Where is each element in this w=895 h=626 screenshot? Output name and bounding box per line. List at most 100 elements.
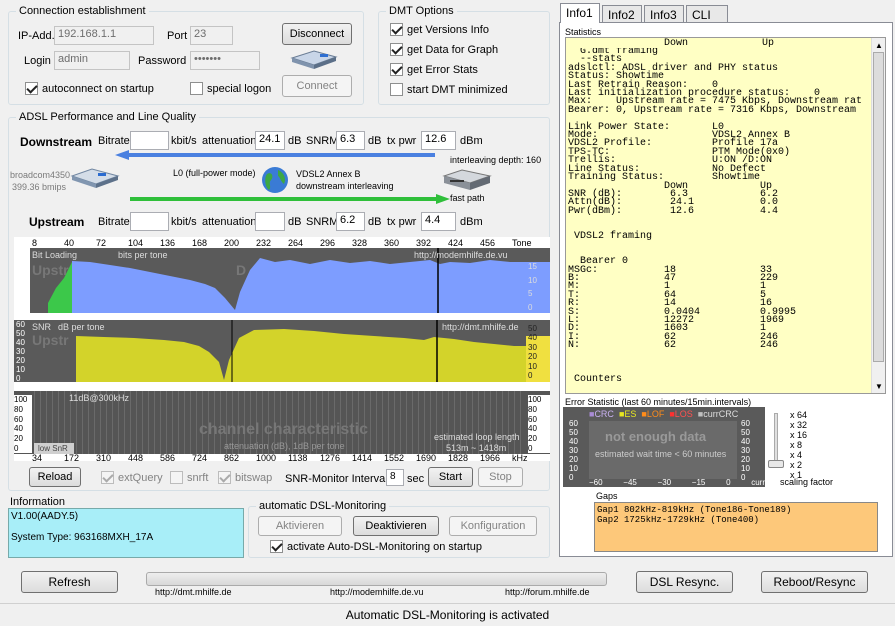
activate-button[interactable]: Aktivieren: [258, 516, 342, 536]
bit-loading-url: http://modemhilfe.de.vu: [414, 250, 508, 260]
tab-info1[interactable]: Info1: [560, 3, 600, 23]
tab-info3[interactable]: Info3: [644, 5, 684, 23]
system-type: System Type: 963168MXH_17A: [11, 532, 154, 543]
opt-versions-check[interactable]: [390, 23, 403, 36]
start-button[interactable]: Start: [428, 467, 473, 487]
error-right-axis: 60 50 40 30 20 10 0: [741, 419, 759, 482]
opt-versions[interactable]: get Versions Info: [390, 23, 489, 36]
password-field[interactable]: •••••••: [190, 51, 260, 70]
opt-graph[interactable]: get Data for Graph: [390, 43, 498, 56]
tab-cli[interactable]: CLI: [686, 5, 728, 23]
up-snrm-field[interactable]: 6.2: [336, 212, 365, 231]
ch-right-tick: 20: [528, 434, 537, 444]
stop-button[interactable]: Stop: [478, 467, 523, 487]
scroll-down-icon[interactable]: ▼: [875, 382, 883, 391]
khz-tick: 310: [96, 453, 112, 463]
up-bitrate-label: Bitrate: [98, 216, 130, 228]
snr-right-tick: 0: [528, 370, 533, 380]
auto-startup-checkbox[interactable]: activate Auto-DSL-Monitoring on startup: [270, 540, 482, 553]
connect-button[interactable]: Connect: [282, 75, 352, 97]
down-atten-field[interactable]: 24.1: [255, 131, 285, 150]
tone-tick: 328: [352, 238, 368, 248]
down-txpwr-field[interactable]: 12.6: [421, 131, 456, 150]
auto-startup-check[interactable]: [270, 540, 283, 553]
password-label: Password: [138, 55, 187, 67]
gaps-box[interactable]: Gap1 802kHz-819kHz (Tone186-Tone189) Gap…: [594, 502, 878, 552]
up-atten-unit: dB: [288, 216, 302, 228]
snr-right-axis: 50 40 30 20 10 0: [528, 324, 546, 380]
special-logon-checkbox[interactable]: special logon: [190, 82, 271, 95]
legend-crc: ■CRC: [589, 409, 614, 419]
opt-graph-check[interactable]: [390, 43, 403, 56]
autoconnect-check[interactable]: [25, 82, 38, 95]
config-button[interactable]: Konfiguration: [449, 516, 537, 536]
reload-button[interactable]: Reload: [29, 467, 81, 487]
tone-tick: 296: [320, 238, 336, 248]
up-txpwr-field[interactable]: 4.4: [421, 212, 456, 231]
khz-tick: 724: [192, 453, 208, 463]
down-snrm-unit: dB: [368, 135, 382, 147]
bit-left-tick: 10: [19, 266, 28, 275]
connection-title: Connection establishment: [16, 5, 149, 17]
up-txpwr-label: tx pwr: [387, 216, 417, 228]
deactivate-button[interactable]: Deaktivieren: [353, 516, 439, 536]
opt-minimized-check[interactable]: [390, 83, 403, 96]
snr-tick: 60: [16, 320, 25, 329]
err-tick: 60: [569, 419, 578, 428]
err-x-tick: −30: [657, 478, 672, 487]
snrft-label: snrft: [187, 471, 209, 484]
scaling-slider-thumb[interactable]: [768, 460, 784, 468]
login-field[interactable]: admin: [54, 51, 130, 70]
tone-tick: 8: [32, 238, 38, 248]
tone-tick: Tone: [512, 238, 532, 248]
up-bitrate-field[interactable]: [130, 212, 169, 231]
snr-left-axis: 60 50 40 30 20 10 0: [16, 320, 28, 382]
ch-tick: 20: [14, 434, 23, 444]
statistics-box[interactable]: Down Up G.dmt framing --stats adslctl: A…: [565, 37, 886, 394]
snr-tick: 40: [16, 338, 25, 347]
snrft-checkbox[interactable]: snrft: [170, 471, 208, 484]
refresh-button[interactable]: Refresh: [21, 571, 118, 593]
khz-tick: 1552: [384, 453, 405, 463]
bit-loading-title: Bit Loading: [32, 250, 78, 260]
bit-ghost-down: D: [236, 262, 247, 278]
stats-scrollbar[interactable]: ▲ ▼: [871, 38, 885, 393]
ip-field[interactable]: 192.168.1.1: [54, 26, 154, 45]
down-bitrate-field[interactable]: [130, 131, 169, 150]
ch-right-tick: 0: [528, 443, 533, 453]
tone-tick: 360: [384, 238, 400, 248]
snr-right-tick: 20: [528, 352, 537, 362]
snr-interval-field[interactable]: 8: [386, 469, 404, 486]
wait-time: estimated wait time < 60 minutes: [595, 449, 727, 459]
bitswap-checkbox[interactable]: bitswap: [218, 471, 272, 484]
extquery-check[interactable]: [101, 471, 114, 484]
opt-minimized[interactable]: start DMT minimized: [390, 83, 508, 96]
reboot-button[interactable]: Reboot/Resync: [761, 571, 868, 593]
bitswap-check[interactable]: [218, 471, 231, 484]
opt-errors-check[interactable]: [390, 63, 403, 76]
snrft-check[interactable]: [170, 471, 183, 484]
dslam-icon: [442, 169, 492, 190]
special-logon-check[interactable]: [190, 82, 203, 95]
extquery-checkbox[interactable]: extQuery: [101, 471, 163, 484]
scroll-thumb[interactable]: [873, 52, 884, 362]
tab-info2[interactable]: Info2: [602, 5, 642, 23]
ch-right-tick: 80: [528, 404, 537, 414]
opt-errors[interactable]: get Error Stats: [390, 63, 478, 76]
port-field[interactable]: 23: [190, 26, 233, 45]
err-x-tick: −15: [691, 478, 706, 487]
link-modemhilfe[interactable]: http://modemhilfe.de.vu: [330, 587, 424, 597]
scroll-up-icon[interactable]: ▲: [875, 41, 883, 50]
down-snrm-field[interactable]: 6.3: [336, 131, 365, 150]
modem-icon: [70, 168, 120, 188]
ch-tick: 60: [14, 414, 23, 424]
dsl-resync-button[interactable]: DSL Resync.: [636, 571, 733, 593]
link-dmt[interactable]: http://dmt.mhilfe.de: [155, 587, 232, 597]
autoconnect-checkbox[interactable]: autoconnect on startup: [25, 82, 154, 95]
disconnect-button[interactable]: Disconnect: [282, 23, 352, 45]
up-atten-field[interactable]: [255, 212, 285, 231]
khz-tick: 1690: [416, 453, 437, 463]
khz-axis: 34 172 310 448 586 724 862 1000 1138 1276 1414 1552…: [14, 453, 550, 463]
interleave-mode: downstream interleaving: [296, 181, 394, 191]
link-forum[interactable]: http://forum.mhilfe.de: [505, 587, 590, 597]
